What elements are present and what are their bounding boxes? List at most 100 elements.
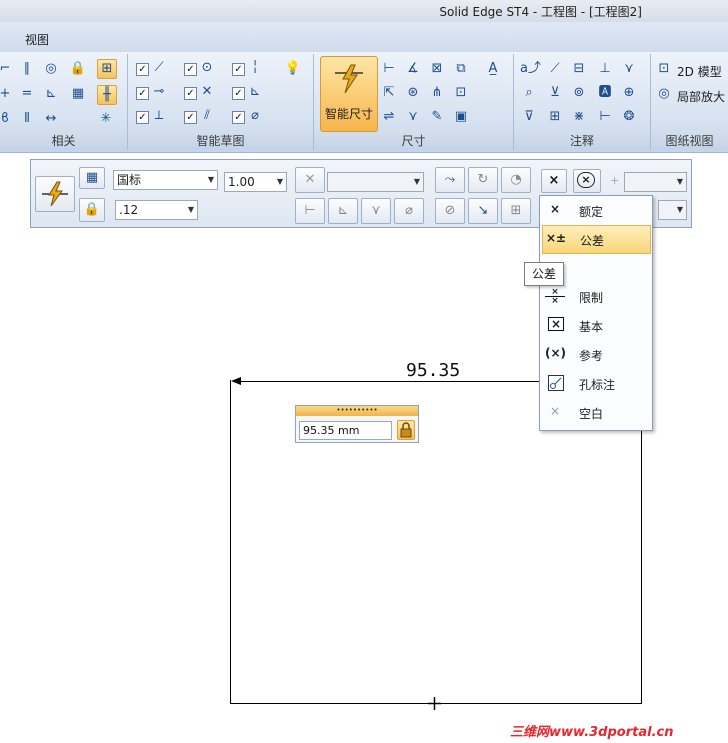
attach-dim-icon[interactable]: ⋔ <box>428 84 446 102</box>
reference-type-icon: × <box>577 172 595 188</box>
checkbox[interactable]: ✓ <box>184 111 197 124</box>
menu-item-label: 公差 <box>580 234 605 248</box>
checkbox[interactable]: ✓ <box>136 87 149 100</box>
connector-icon[interactable]: ⊞ <box>546 108 564 126</box>
arc-dim-button[interactable]: ◔ <box>501 167 531 193</box>
dimension-style-button[interactable]: ▦ <box>79 167 105 189</box>
balloon-icon[interactable]: ⌕ <box>520 84 538 102</box>
intellisketch-options-icon[interactable]: 💡 <box>284 60 302 78</box>
edge-condition-icon[interactable]: ⊚ <box>570 84 588 102</box>
menu-item-basic[interactable]: × 基本 <box>542 312 649 339</box>
feature-control-icon[interactable]: ⊟ <box>570 60 588 78</box>
tooltip: 公差 <box>524 262 564 286</box>
align-icon[interactable]: ╫ <box>97 85 117 105</box>
grid-icon[interactable]: ▦ <box>69 85 87 103</box>
intersection-icon: ✕ <box>201 84 213 99</box>
checkbox[interactable]: ✓ <box>136 63 149 76</box>
by-2-points-button[interactable]: ⤳ <box>435 167 465 193</box>
bolt-hole-icon[interactable]: ⋇ <box>570 108 588 126</box>
vertical-dim-button[interactable]: ⊾ <box>328 198 358 224</box>
diameter-dim-button[interactable]: ⌀ <box>394 198 424 224</box>
angle-dim-button[interactable]: ⋎ <box>361 198 391 224</box>
group-smart-sketch: ✓ ⟋ ✓ ⊙ ✓ ╎ ✓ ⊸ ✓ ✕ ✓ ⊾ ✓ ⟂ ✓ ⫽ ✓ ⌀ 💡 智能… <box>128 54 314 150</box>
menu-item-reference[interactable]: (×) 参考 <box>542 341 649 368</box>
symmetric-icon[interactable]: ⫴ <box>18 110 36 128</box>
smart-dimension-button[interactable]: 智能尺寸 <box>320 56 378 132</box>
relate-highlight-icon[interactable]: ⊞ <box>97 59 117 79</box>
datum-icon[interactable]: ⊥ <box>596 60 614 78</box>
rotate-button[interactable]: ↻ <box>468 167 498 193</box>
surface-texture-icon[interactable]: ⊻ <box>546 84 564 102</box>
precision-select[interactable]: .12 ▼ <box>115 200 198 220</box>
retrieve-dim-icon[interactable]: ⋎ <box>404 108 422 126</box>
menu-item-blank[interactable]: × 空白 <box>542 399 649 426</box>
coordinate-dim-icon[interactable]: ⊠ <box>428 60 446 78</box>
diameter-dim-icon: ⌀ <box>405 203 413 218</box>
scale-select[interactable]: 1.00 ▼ <box>224 172 287 192</box>
collinear-icon[interactable]: ↔ <box>42 110 60 128</box>
text-box-icon[interactable]: 🅰 <box>596 84 614 102</box>
checkbox[interactable]: ✓ <box>232 111 245 124</box>
parallel-icon[interactable]: ∥ <box>18 60 36 78</box>
dimension-value-input[interactable]: 95.35 mm <box>299 421 392 440</box>
menu-item-tolerance[interactable]: ×± 公差 <box>542 225 651 254</box>
datum-target-icon[interactable]: ⊽ <box>520 108 538 126</box>
copy-attr-icon[interactable]: ✎ <box>428 108 446 126</box>
dimension-text[interactable]: 95.35 <box>406 360 460 381</box>
concentric-icon[interactable]: ◎ <box>42 60 60 78</box>
tangent-icon[interactable]: ϐ <box>0 110 14 128</box>
dimension-type-button[interactable]: × <box>541 169 567 193</box>
equal-icon[interactable]: = <box>18 85 36 103</box>
bolt-circle-icon[interactable]: ❂ <box>620 108 638 126</box>
checkbox[interactable]: ✓ <box>184 87 197 100</box>
line-tool-icon[interactable]: ⌐ <box>0 60 14 78</box>
distance-between-icon[interactable]: ⊢ <box>380 60 398 78</box>
watermark: 三维网www.3dportal.cn <box>510 725 674 740</box>
callout-icon[interactable]: a⤴ <box>520 60 541 78</box>
break-button[interactable]: ⊞ <box>501 198 531 224</box>
checkbox[interactable]: ✓ <box>184 63 197 76</box>
perpendicular-icon[interactable]: ⊾ <box>42 85 60 103</box>
chamfer-dim-icon[interactable]: ⇱ <box>380 84 398 102</box>
group-label: 图纸视图 <box>651 132 728 150</box>
menu-item-nominal[interactable]: × 额定 <box>542 197 649 224</box>
checkbox[interactable]: ✓ <box>136 111 149 124</box>
leader-icon[interactable]: ⟋ <box>546 60 564 78</box>
detail-view-button[interactable]: 局部放大 <box>677 88 725 105</box>
point-icon[interactable]: + <box>0 85 14 103</box>
symmetric-dim-icon[interactable]: ⧉ <box>452 60 470 78</box>
dim-table-icon[interactable]: ⊡ <box>452 84 470 102</box>
point-on-icon: ⟂ <box>154 108 164 123</box>
text-style-icon[interactable]: A̲ <box>484 60 502 78</box>
lock-icon[interactable]: 🔒 <box>69 60 87 78</box>
menu-item-label: 基本 <box>579 320 604 334</box>
orientation-button[interactable]: ⊘ <box>435 198 465 224</box>
checkbox[interactable]: ✓ <box>232 87 245 100</box>
relation-handle-icon[interactable]: ✳ <box>97 110 115 128</box>
center-mark-icon[interactable]: ⊕ <box>620 84 638 102</box>
type-prefix-button[interactable]: × <box>573 169 601 193</box>
nominal-type-icon: × <box>548 173 560 188</box>
tolerance-icon: ×± <box>546 231 567 245</box>
lock-dimension-button[interactable]: 🔒 <box>79 198 105 222</box>
reference-icon: (×) <box>545 346 567 360</box>
menu-item-hole-callout[interactable]: 孔标注 <box>542 370 649 397</box>
angle-between-icon[interactable]: ∡ <box>404 60 422 78</box>
drag-handle[interactable]: •••••••••• <box>296 406 418 416</box>
centerline-icon[interactable]: ⊢ <box>596 108 614 126</box>
horizontal-dim-button[interactable]: ⊢ <box>295 198 325 224</box>
auto-dim-icon[interactable]: ⇌ <box>380 108 398 126</box>
nominal-icon: × <box>549 202 561 216</box>
checkbox[interactable]: ✓ <box>232 63 245 76</box>
angular-coord-icon[interactable]: ⊛ <box>404 84 422 102</box>
lock-icon[interactable] <box>397 420 415 440</box>
standard-select[interactable]: 国标 ▼ <box>113 170 218 190</box>
smart-dimension-step-button[interactable] <box>35 176 75 212</box>
dimension-type-menu: × 额定 ×± 公差 ± ×× 限制 × 基本 (×) 参考 孔标注 × 空白 <box>539 195 653 431</box>
chevron-down-icon: ▼ <box>413 177 420 186</box>
2d-model-view-button[interactable]: 2D 模型 <box>677 63 722 80</box>
weld-icon[interactable]: ⋎ <box>620 60 638 78</box>
tab-view[interactable]: 视图 <box>25 31 49 48</box>
menu-item-limit[interactable]: × × 限制 <box>542 283 649 310</box>
leader-mode-button[interactable]: ↘ <box>468 198 498 224</box>
